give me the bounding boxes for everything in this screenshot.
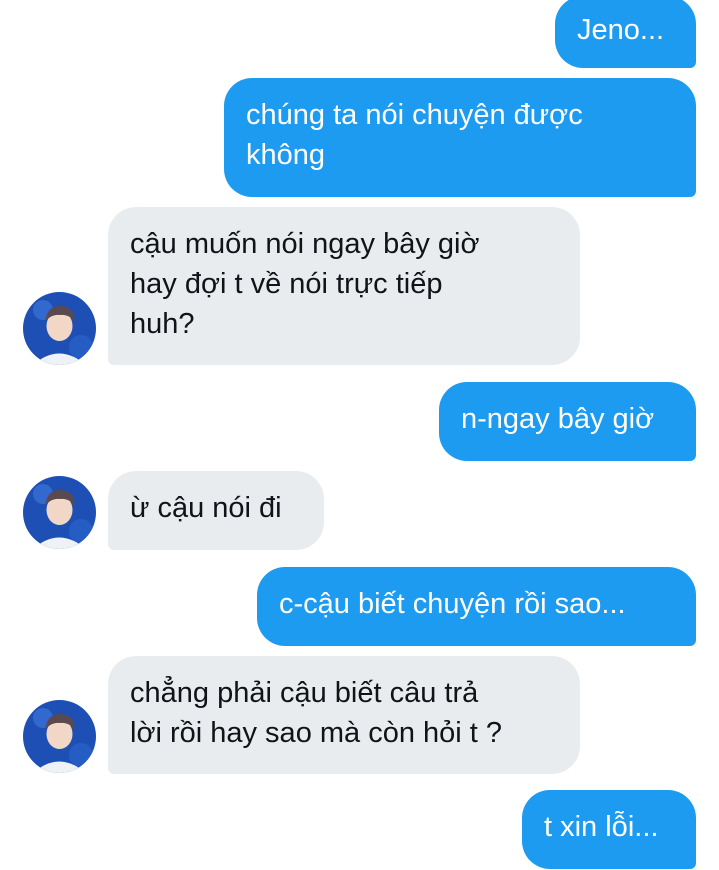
avatar-photo-icon bbox=[23, 292, 96, 365]
outgoing-message-bubble[interactable]: t xin lỗi... bbox=[522, 790, 696, 869]
outgoing-message-bubble[interactable]: chúng ta nói chuyện được không bbox=[224, 78, 696, 197]
contact-avatar[interactable] bbox=[23, 292, 96, 365]
contact-avatar[interactable] bbox=[23, 700, 96, 773]
outgoing-message-bubble[interactable]: n-ngay bây giờ bbox=[439, 382, 696, 461]
avatar-photo-icon bbox=[23, 476, 96, 549]
incoming-message-bubble[interactable]: chẳng phải cậu biết câu trả lời rồi hay … bbox=[108, 656, 580, 774]
incoming-message-bubble[interactable]: cậu muốn nói ngay bây giờ hay đợi t về n… bbox=[108, 207, 580, 365]
incoming-message-bubble[interactable]: ừ cậu nói đi bbox=[108, 471, 324, 550]
outgoing-message-bubble[interactable]: Jeno... bbox=[555, 0, 696, 68]
avatar-photo-icon bbox=[23, 700, 96, 773]
contact-avatar[interactable] bbox=[23, 476, 96, 549]
outgoing-message-bubble[interactable]: c-cậu biết chuyện rồi sao... bbox=[257, 567, 696, 646]
